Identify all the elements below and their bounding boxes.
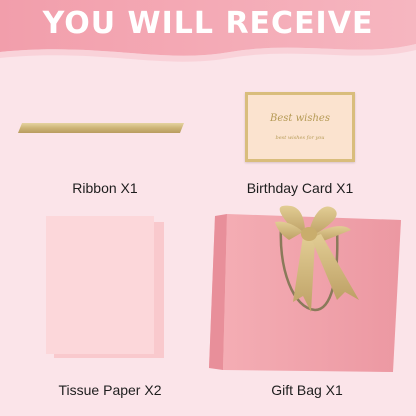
gift-bag-icon [209,205,401,372]
ribbon-icon [18,123,184,133]
tissue-paper-label: Tissue Paper X2 [58,382,162,398]
card-icon: Best wishes best wishes for you [245,92,355,162]
card-subtext: best wishes for you [275,135,325,141]
page-title: YOU WILL RECEIVE [42,6,374,41]
birthday-card-label: Birthday Card X1 [246,180,354,196]
gift-bag-label: Gift Bag X1 [271,382,343,398]
tissue-paper-icon [46,216,164,358]
card-greeting: Best wishes [270,113,330,124]
ribbon-label: Ribbon X1 [72,180,138,196]
